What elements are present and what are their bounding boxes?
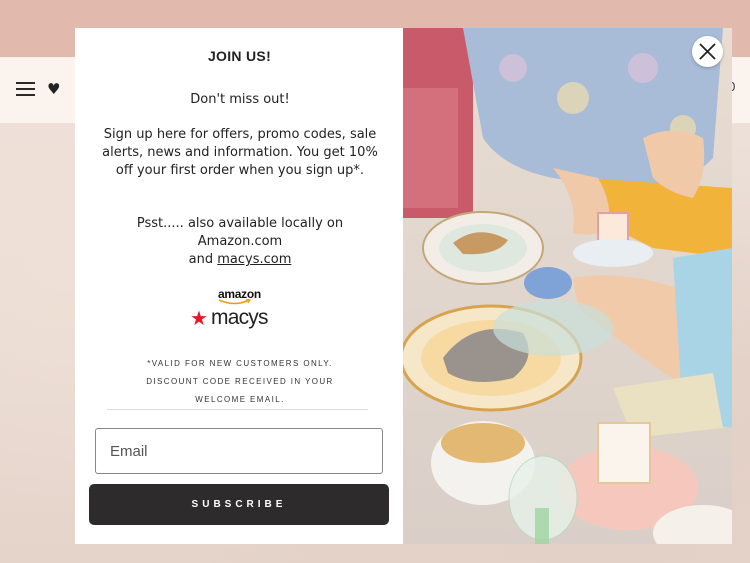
popup-body: Sign up here for offers, promo codes, sa… [102, 127, 378, 178]
signup-popup: JOIN US! Don't miss out! Sign up here fo… [75, 28, 732, 544]
popup-content: JOIN US! Don't miss out! Sign up here fo… [75, 28, 404, 544]
psst-text: Psst..... also available locally on Amaz… [136, 216, 344, 249]
email-input[interactable] [95, 428, 383, 474]
amazon-smile-icon [218, 299, 251, 305]
close-button[interactable] [692, 36, 723, 67]
fine-print: DISCOUNT CODE RECEIVED IN YOUR [146, 377, 334, 386]
hamburger-icon[interactable] [16, 82, 35, 96]
macys-link[interactable]: macys.com [217, 252, 291, 267]
fine-print: *VALID FOR NEW CUSTOMERS ONLY. [147, 359, 333, 368]
tea-party-photo [403, 28, 732, 544]
popup-photo [403, 28, 732, 544]
popup-headline: Don't miss out! [190, 92, 290, 107]
subscribe-button[interactable]: SUBSCRIBE [89, 484, 389, 525]
macys-wordmark: macys [211, 306, 268, 329]
divider [107, 409, 368, 410]
heart-icon[interactable]: ♥ [47, 80, 60, 98]
fine-print: WELCOME EMAIL. [195, 395, 285, 404]
and-text: and [188, 252, 214, 267]
popup-title: JOIN US! [207, 48, 272, 64]
close-icon [699, 43, 716, 60]
availability-text: Psst..... also available locally on Amaz… [95, 215, 385, 269]
star-icon: ★ [190, 306, 208, 330]
